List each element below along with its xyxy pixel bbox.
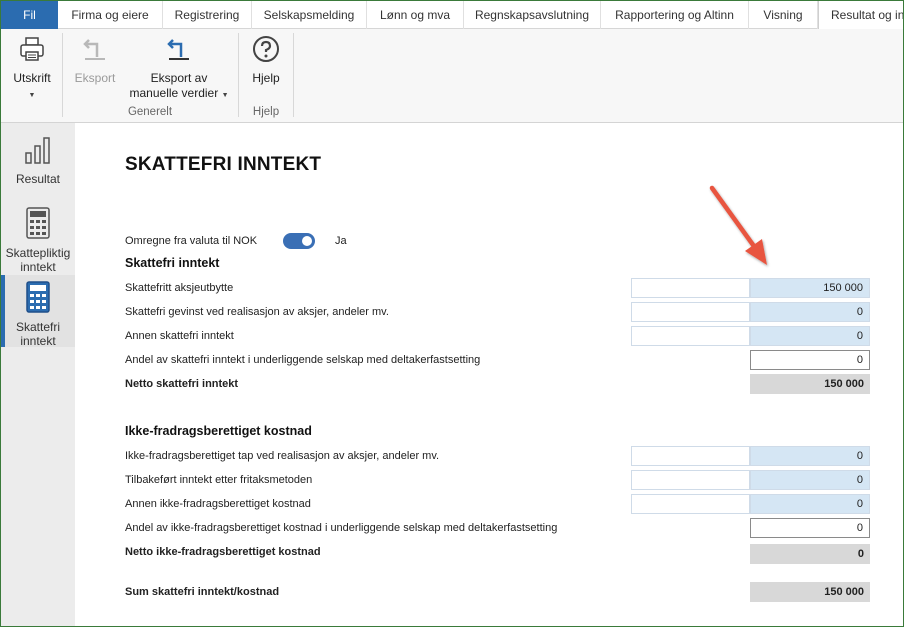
tab-firma-og-eiere[interactable]: Firma og eiere (58, 1, 163, 29)
print-button[interactable]: Utskrift ▼ (7, 35, 57, 103)
row-label: Andel av ikke-fradragsberettiget kostnad… (125, 522, 558, 534)
tab-visning[interactable]: Visning (749, 1, 818, 29)
ribbon-separator (238, 33, 239, 117)
currency-toggle-value: Ja (335, 235, 347, 247)
export-manual-label-1: Eksport av (150, 71, 208, 85)
chevron-down-icon: ▼ (28, 92, 36, 99)
export-manual-values-button[interactable]: Eksport av manuelle verdier ▼ (127, 35, 231, 103)
printer-icon (7, 35, 57, 67)
page-title: SKATTEFRI INNTEKT (125, 154, 322, 175)
section-heading-skattefri-inntekt: Skattefri inntekt (125, 256, 220, 270)
ribbon-group-label-general: Generelt (127, 106, 173, 118)
section-heading-ikke-fradragsberettiget: Ikke-fradragsberettiget kostnad (125, 424, 312, 438)
question-icon (244, 35, 288, 67)
export-button[interactable]: Eksport (69, 35, 121, 86)
total-label: Netto ikke-fradragsberettiget kostnad (125, 546, 321, 558)
sidebar-item-label: inntekt (20, 334, 56, 348)
ribbon-separator (62, 33, 63, 117)
ribbon-separator (293, 33, 294, 117)
ribbon: Utskrift ▼ Eksport Eksport av manuelle v… (1, 29, 903, 123)
export-manual-icon (127, 35, 231, 67)
comment-field[interactable] (631, 302, 750, 322)
tab-lonn-og-mva[interactable]: Lønn og mva (367, 1, 464, 29)
bar-chart-icon (1, 135, 75, 168)
row-label: Annen skattefri inntekt (125, 330, 234, 342)
sidebar-item-label: inntekt (20, 260, 56, 274)
calculator-icon (1, 207, 75, 242)
sidebar-item-label: Skattefri (15, 320, 60, 334)
help-label: Hjelp (252, 71, 280, 85)
value-field[interactable]: 0 (750, 326, 870, 346)
row-label: Skattefri gevinst ved realisasjon av aks… (125, 306, 389, 318)
comment-field[interactable] (631, 326, 750, 346)
comment-field[interactable] (631, 278, 750, 298)
print-label: Utskrift (13, 71, 51, 85)
value-input[interactable]: 0 (750, 350, 870, 370)
export-arrow-icon (69, 35, 121, 67)
sidebar-item-skattefri-inntekt[interactable]: Skattefri inntekt (1, 275, 75, 348)
help-button[interactable]: Hjelp (244, 35, 288, 86)
total-value: 0 (750, 544, 870, 564)
value-field[interactable]: 0 (750, 470, 870, 490)
sidebar-item-label: Resultat (15, 172, 61, 186)
total-value: 150 000 (750, 374, 870, 394)
value-field[interactable]: 0 (750, 446, 870, 466)
row-label: Tilbakeført inntekt etter fritaksmetoden (125, 474, 313, 486)
currency-toggle-switch[interactable] (283, 233, 315, 249)
app-window: Fil Firma og eiere Registrering Selskaps… (0, 0, 904, 627)
value-field[interactable]: 0 (750, 494, 870, 514)
value-input[interactable]: 0 (750, 518, 870, 538)
comment-field[interactable] (631, 470, 750, 490)
tab-regnskapsavslutning[interactable]: Regnskapsavslutning (464, 1, 601, 29)
row-label: Annen ikke-fradragsberettiget kostnad (125, 498, 311, 510)
tab-selskapsmelding[interactable]: Selskapsmelding (252, 1, 367, 29)
sidebar-item-resultat[interactable]: Resultat (1, 135, 75, 195)
row-label: Andel av skattefri inntekt i underliggen… (125, 354, 481, 366)
sidebar-item-label: Skattepliktig (5, 246, 71, 260)
tab-fil[interactable]: Fil (1, 1, 58, 29)
sidebar-item-skattepliktig-inntekt[interactable]: Skattepliktig inntekt (1, 207, 75, 274)
row-label: Ikke-fradragsberettiget tap ved realisas… (125, 450, 440, 462)
export-manual-label-2: manuelle verdier (129, 86, 219, 100)
row-label: Skattefritt aksjeutbytte (125, 282, 234, 294)
tab-rapportering-og-altinn[interactable]: Rapportering og Altinn (601, 1, 749, 29)
sidebar: Resultat Skattepliktig inntekt Skattefri… (1, 123, 75, 626)
annotation-arrow-icon (709, 185, 767, 265)
ribbon-group-label-help: Hjelp (252, 106, 280, 118)
calculator-icon (1, 281, 75, 316)
menu-bar: Fil Firma og eiere Registrering Selskaps… (1, 1, 903, 30)
total-label: Netto skattefri inntekt (125, 378, 239, 390)
value-field[interactable]: 150 000 (750, 278, 870, 298)
value-field[interactable]: 0 (750, 302, 870, 322)
tab-resultat-og-inntekt[interactable]: Resultat og in (818, 1, 903, 30)
export-label: Eksport (74, 71, 116, 85)
currency-toggle-label: Omregne fra valuta til NOK (125, 235, 258, 247)
summary-label: Sum skattefri inntekt/kostnad (125, 586, 280, 598)
comment-field[interactable] (631, 494, 750, 514)
tab-registrering[interactable]: Registrering (163, 1, 252, 29)
chevron-down-icon: ▼ (221, 92, 229, 99)
comment-field[interactable] (631, 446, 750, 466)
summary-value: 150 000 (750, 582, 870, 602)
